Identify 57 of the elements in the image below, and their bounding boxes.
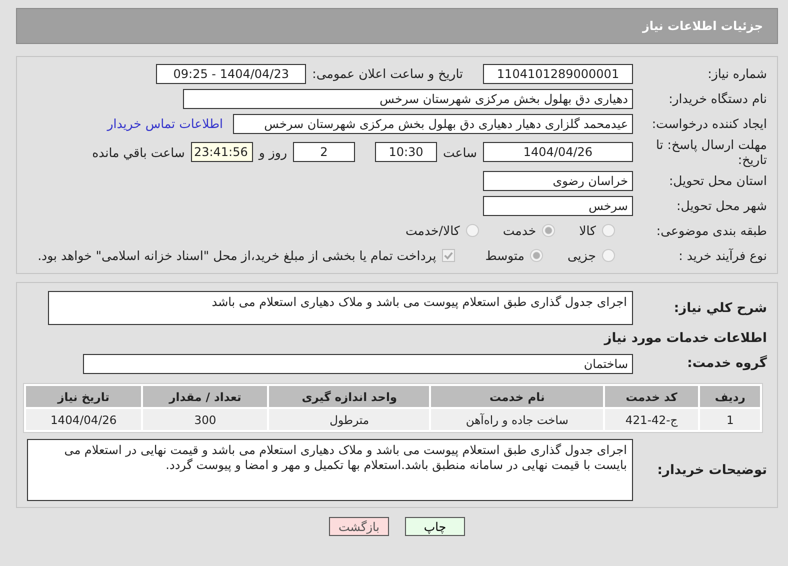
field-label: استان محل تحویل: xyxy=(668,173,767,188)
radio-button[interactable] xyxy=(602,224,615,237)
announce-date-field: 1404/04/23 - 09:25 xyxy=(156,64,306,84)
province-field: خراسان رضوی xyxy=(483,170,633,190)
field-label: نام دستگاه خریدار: xyxy=(668,91,767,106)
days-field: 2 xyxy=(292,142,355,162)
table-cell: مترطول xyxy=(269,409,430,430)
table-cell: 300 xyxy=(143,409,268,430)
column-header: تاریخ نیاز xyxy=(26,386,142,407)
description-textarea: اجرای جدول گذاری طبق استعلام پیوست می باشد و ملاک دهیاری استعلام می باشد xyxy=(48,291,633,325)
field-label: روز و xyxy=(258,144,287,160)
need-number-field: 1104101289000001 xyxy=(483,64,633,84)
field-label: شرح کلي نياز: xyxy=(672,300,767,316)
field-label: ساعت باقي مانده xyxy=(92,144,185,160)
field-label: مهلت ارسال پاسخ: تا تاریخ: xyxy=(655,137,767,167)
radio-button[interactable] xyxy=(466,224,479,237)
payment-note: پرداخت تمام یا بخشی از مبلغ خرید،از محل "اسناد خزانه اسلامی" خواهد بود. xyxy=(38,248,436,263)
section-heading: اطلاعات خدمات مورد نیاز xyxy=(604,331,767,346)
back-button[interactable]: بازگشت xyxy=(329,517,389,536)
countdown-field: 23:41:56 xyxy=(190,142,253,162)
column-header: واحد اندازه گیری xyxy=(269,386,430,407)
field-label: ایجاد کننده درخواست: xyxy=(650,116,767,131)
radio-label: کالا/خدمت xyxy=(405,223,460,238)
table-cell: 1 xyxy=(700,409,760,430)
service-group-field: ساختمان xyxy=(83,354,633,374)
column-header: نام خدمت xyxy=(431,386,603,407)
radio-button[interactable] xyxy=(530,249,544,262)
field-label: ساعت xyxy=(442,144,477,160)
buyer-notes-textarea: اجرای جدول گذاری طبق استعلام پیوست می باشد و ملاک دهیاری استعلام می باشد و قیمت نهایی در استعلام می بایست با قیمت نهایی در سامانه منطبق باشد.استعلام بها تکمیل و مهر و امضا و پیوست گردد. xyxy=(27,439,633,501)
radio-label: خدمت xyxy=(502,223,536,238)
field-label: توضیحات خریدار: xyxy=(656,462,767,478)
table-cell: 1404/04/26 xyxy=(26,409,142,430)
checkbox[interactable] xyxy=(442,249,456,262)
deadline-time-field: 10:30 xyxy=(374,142,437,162)
field-label: شهر محل تحویل: xyxy=(676,198,767,213)
print-button[interactable]: چاپ xyxy=(405,517,465,536)
radio-label: جزیی xyxy=(567,248,596,263)
field-label: تاریخ و ساعت اعلان عمومی: xyxy=(312,66,463,81)
field-label: طبقه بندی موضوعی: xyxy=(655,223,767,238)
city-field: سرخس xyxy=(483,196,633,216)
radio-button[interactable] xyxy=(602,249,615,262)
buyer-contact-link[interactable]: اطلاعات تماس خریدار xyxy=(107,116,223,131)
column-header: تعداد / مقدار xyxy=(143,386,268,407)
table-cell: ساخت جاده و راه‌آهن xyxy=(431,409,603,430)
column-header: کد خدمت xyxy=(604,386,698,407)
field-label: گروه خدمت: xyxy=(686,356,767,371)
field-label: نوع فرآیند خرید : xyxy=(678,248,767,263)
radio-label: متوسط xyxy=(485,248,524,263)
radio-button[interactable] xyxy=(542,224,556,237)
creator-field: عیدمحمد گلزاری دهیار دهیاری دق بهلول بخش مرکزی شهرستان سرخس xyxy=(233,114,633,134)
buyer-org-field: دهیاری دق بهلول بخش مرکزی شهرستان سرخس xyxy=(183,88,633,108)
column-header: ردیف xyxy=(700,386,760,407)
deadline-date-field: 1404/04/26 xyxy=(483,142,633,162)
header-title: جزئیات اطلاعات نیاز xyxy=(642,19,763,33)
radio-label: کالا xyxy=(579,223,596,238)
table-cell: ج-42-421 xyxy=(604,409,698,430)
field-label: شماره نیاز: xyxy=(706,66,767,81)
